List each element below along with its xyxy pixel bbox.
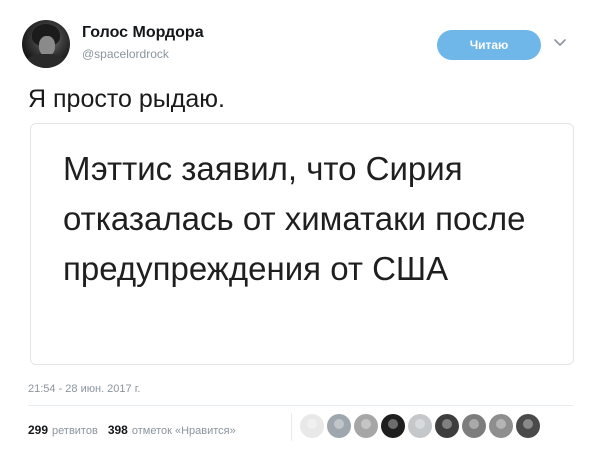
image-card[interactable]: Мэттис заявил, что Сирия отказалась от х… [30, 123, 574, 365]
avatar-body [26, 54, 66, 68]
likes-label[interactable]: отметок «Нравится» [132, 425, 236, 437]
retweets-count[interactable]: 299 [28, 423, 48, 437]
liker-avatar-1[interactable] [300, 414, 324, 438]
author-name[interactable]: Голос Мордора [82, 24, 204, 42]
retweets-label[interactable]: ретвитов [52, 425, 98, 437]
liker-avatar-9[interactable] [516, 414, 540, 438]
divider [28, 405, 573, 406]
tweet-timestamp[interactable]: 21:54 - 28 июн. 2017 г. [28, 383, 140, 395]
follow-button[interactable]: Читаю [437, 30, 541, 60]
liker-avatars [300, 414, 543, 438]
likes-count[interactable]: 398 [108, 423, 128, 437]
tweet-stats: 299 ретвитов 398 отметок «Нравится» [28, 423, 236, 437]
liker-avatar-2[interactable] [327, 414, 351, 438]
liker-avatar-7[interactable] [462, 414, 486, 438]
liker-avatar-3[interactable] [354, 414, 378, 438]
author-avatar[interactable] [22, 20, 70, 68]
liker-avatar-4[interactable] [381, 414, 405, 438]
liker-avatar-8[interactable] [489, 414, 513, 438]
card-text: Мэттис заявил, что Сирия отказалась от х… [63, 150, 526, 287]
liker-avatar-5[interactable] [408, 414, 432, 438]
avatar-face [39, 36, 55, 56]
tweet-text: Я просто рыдаю. [28, 85, 225, 113]
chevron-down-icon[interactable] [553, 35, 567, 49]
liker-avatar-6[interactable] [435, 414, 459, 438]
stats-separator [291, 413, 292, 441]
author-handle[interactable]: @spacelordrock [82, 47, 169, 61]
